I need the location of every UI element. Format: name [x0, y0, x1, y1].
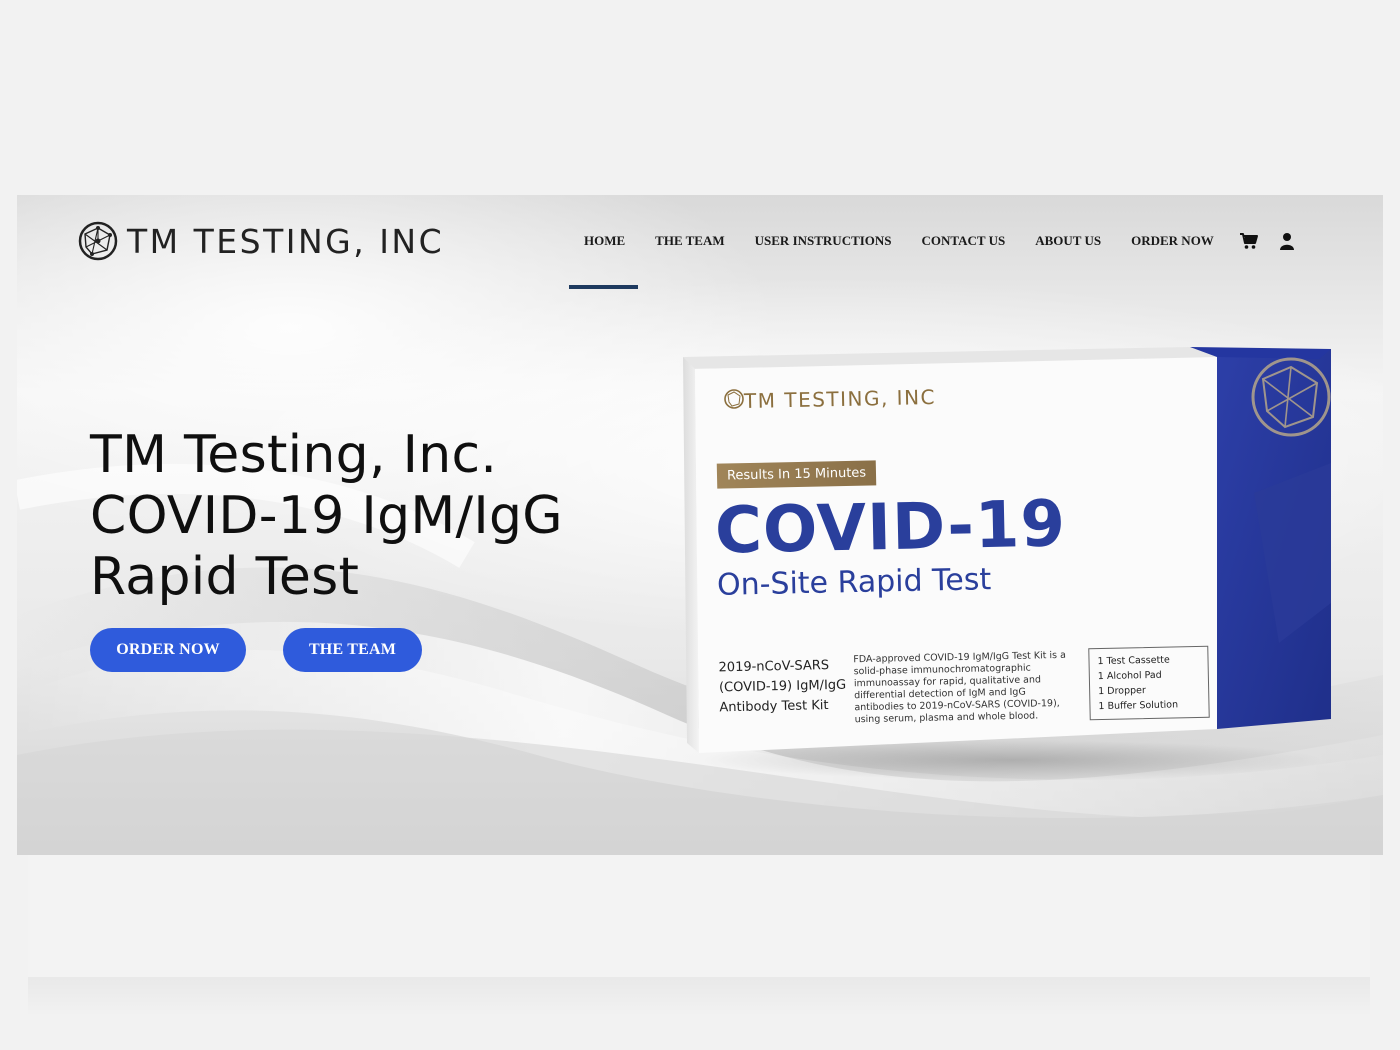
box-subtitle: On-Site Rapid Test — [716, 562, 992, 603]
nav-item-the-team[interactable]: THE TEAM — [640, 231, 739, 251]
box-contents-item: 1 Buffer Solution — [1098, 699, 1179, 713]
nav-item-order-now[interactable]: ORDER NOW — [1116, 231, 1229, 251]
the-team-button[interactable]: THE TEAM — [283, 628, 422, 672]
box-title: COVID-19 — [714, 487, 1067, 569]
hero-section: TM TESTING, INC HOME THE TEAM USER INSTR… — [17, 195, 1383, 855]
box-brand-name: TM TESTING, INC — [743, 384, 937, 414]
nav-item-user-instructions[interactable]: USER INSTRUCTIONS — [740, 231, 907, 251]
nav-item-contact-us[interactable]: CONTACT US — [907, 231, 1021, 251]
hero-headline: TM Testing, Inc. COVID-19 IgM/IgG Rapid … — [90, 425, 650, 608]
box-kit-name: 2019-nCoV-SARS (COVID-19) IgM/IgG Antibo… — [718, 658, 847, 716]
brand-name: TM TESTING, INC — [127, 221, 445, 261]
nav-item-home[interactable]: HOME — [569, 231, 640, 251]
box-description: FDA-approved COVID-19 IgM/IgG Test Kit i… — [853, 649, 1067, 726]
nav-item-about-us[interactable]: ABOUT US — [1020, 231, 1116, 251]
content-strip-shadow — [28, 977, 1370, 1017]
globe-network-icon — [78, 221, 118, 261]
content-strip — [28, 855, 1370, 977]
user-icon[interactable] — [1277, 232, 1297, 250]
nav-active-indicator — [569, 285, 638, 289]
hero-headline-line: TM Testing, Inc. — [90, 425, 498, 485]
site-logo[interactable]: TM TESTING, INC — [77, 220, 444, 262]
hero-headline-line: Rapid Test — [90, 547, 360, 607]
main-nav: HOME THE TEAM USER INSTRUCTIONS CONTACT … — [569, 231, 1297, 251]
box-contents-list: 1 Test Cassette 1 Alcohol Pad 1 Dropper … — [1088, 645, 1210, 721]
product-box-image: TM TESTING, INC Results In 15 Minutes CO… — [679, 343, 1339, 763]
results-badge: Results In 15 Minutes — [716, 460, 877, 489]
cart-icon[interactable] — [1239, 232, 1259, 250]
order-now-button[interactable]: ORDER NOW — [90, 628, 246, 672]
hero-headline-line: COVID-19 IgM/IgG — [90, 486, 563, 546]
